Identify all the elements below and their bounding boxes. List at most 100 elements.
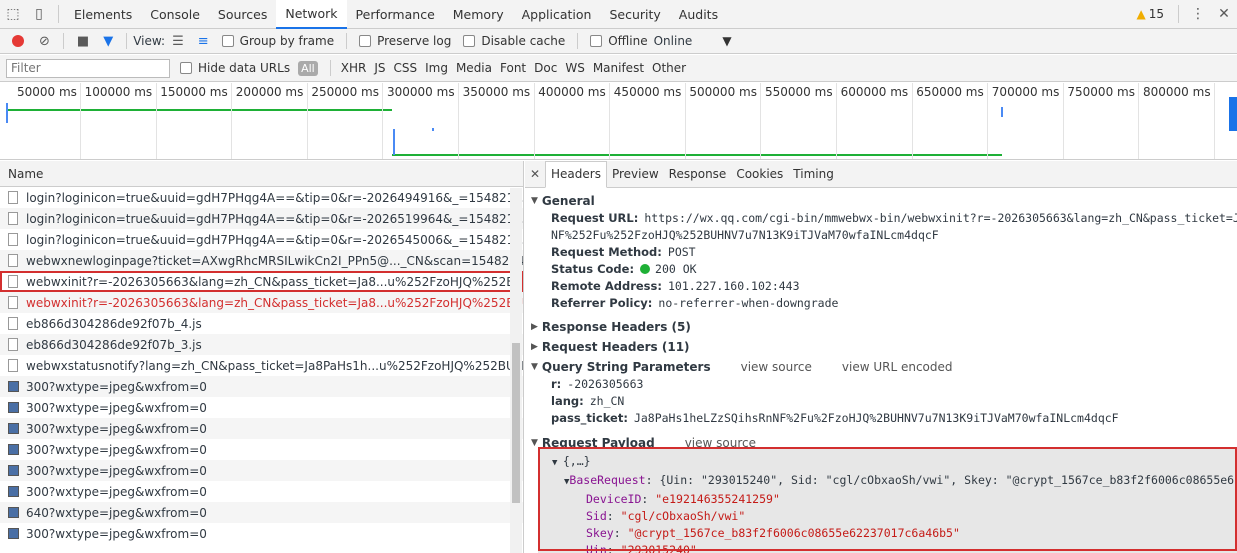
headers-content: ▼ General Request URL: https://wx.qq.com/c… [525,188,1237,452]
request-row[interactable]: eb866d304286de92f07b_3.js [0,334,523,355]
timeline-bar-blue [1001,107,1003,117]
group-by-frame-checkbox[interactable]: Group by frame [221,34,334,48]
clear-icon[interactable]: ⊘ [39,34,50,49]
request-row[interactable]: 300?wxtype=jpeg&wxfrom=0 [0,376,523,397]
filter-all-button[interactable]: All [298,60,318,76]
request-row[interactable]: 300?wxtype=jpeg&wxfrom=0 [0,439,523,460]
tab-console[interactable]: Console [141,0,209,29]
preserve-log-checkbox[interactable]: Preserve log [359,34,451,48]
timeline-bar-blue [6,103,8,123]
request-row[interactable]: webwxstatusnotify?lang=zh_CN&pass_ticket… [0,355,523,376]
tab-headers[interactable]: Headers [545,161,607,188]
image-file-icon [8,402,19,413]
request-row[interactable]: webwxinit?r=-2026305663&lang=zh_CN&pass_… [0,271,523,292]
timeline-bar-blue [432,128,434,131]
request-row[interactable]: webwxinit?r=-2026305663&lang=zh_CN&pass_… [0,292,523,313]
disable-cache-checkbox[interactable]: Disable cache [463,34,565,48]
filter-manifest[interactable]: Manifest [593,61,644,75]
request-row[interactable]: login?loginicon=true&uuid=gdH7PHqg4A==&t… [0,187,523,208]
filter-media[interactable]: Media [456,61,492,75]
tab-security[interactable]: Security [600,0,669,29]
close-detail-icon[interactable]: ✕ [525,167,545,181]
tab-network[interactable]: Network [276,0,347,29]
request-row[interactable]: webwxnewloginpage?ticket=AXwgRhcMRSILwik… [0,250,523,271]
record-icon[interactable] [12,35,24,47]
filter-doc[interactable]: Doc [534,61,557,75]
capture-screenshots-icon[interactable]: ■ [77,34,89,49]
waterfall-overview-icon[interactable]: ≡ [198,34,209,49]
request-row[interactable]: 300?wxtype=jpeg&wxfrom=0 [0,460,523,481]
tab-audits[interactable]: Audits [670,0,727,29]
timeline-tick [533,83,535,159]
timeline-tick [1138,83,1140,159]
filter-input[interactable] [6,58,170,78]
large-rows-icon[interactable]: ☰ [172,34,184,49]
device-toggle-icon[interactable]: ▯ [26,0,52,29]
triangle-down-icon: ▼ [531,361,538,372]
timeline-tick-label: 250000 ms [311,85,379,99]
inspect-element-icon[interactable]: ⬚ [0,0,26,29]
checkbox-box [180,62,192,74]
more-menu-icon[interactable]: ⋮ [1185,0,1211,29]
query-string-section[interactable]: ▼ Query String Parameters view source view … [525,357,1237,376]
disable-cache-label: Disable cache [481,34,566,48]
tab-preview[interactable]: Preview [607,161,664,188]
referrer-policy-row: Referrer Policy: no-referrer-when-downgra… [525,295,1237,312]
tab-application[interactable]: Application [513,0,601,29]
tab-performance[interactable]: Performance [347,0,444,29]
tab-cookies[interactable]: Cookies [731,161,788,188]
tab-sources[interactable]: Sources [209,0,276,29]
request-name: eb866d304286de92f07b_3.js [26,337,202,352]
timeline-tick-label: 100000 ms [84,85,153,99]
filter-other[interactable]: Other [652,61,686,75]
general-section-header[interactable]: ▼ General [525,191,1237,210]
scrollbar-thumb[interactable] [512,343,520,503]
view-url-encoded-link[interactable]: view URL encoded [842,360,953,374]
chevron-down-icon[interactable]: ▼ [722,34,731,48]
hide-data-urls-checkbox[interactable]: Hide data URLs [180,61,290,75]
timeline-scroll-handle[interactable] [1229,97,1237,131]
request-row[interactable]: 300?wxtype=jpeg&wxfrom=0 [0,523,523,544]
response-headers-section[interactable]: ▶ Response Headers (5) [525,317,1237,336]
request-name: 300?wxtype=jpeg&wxfrom=0 [26,526,207,541]
referrer-policy-value: no-referrer-when-downgrade [658,296,839,310]
close-icon[interactable]: ✕ [1211,0,1237,29]
offline-checkbox[interactable]: Offline [590,34,648,48]
request-row[interactable]: login?loginicon=true&uuid=gdH7PHqg4A==&t… [0,208,523,229]
warning-count: 15 [1148,7,1164,21]
filter-icon[interactable]: ▼ [103,34,113,49]
name-column-header[interactable]: Name [0,161,523,187]
request-name: login?loginicon=true&uuid=gdH7PHqg4A==&t… [26,232,523,247]
filter-font[interactable]: Font [500,61,526,75]
request-list-panel: Name login?loginicon=true&uuid=gdH7PHqg4… [0,161,524,553]
request-row[interactable]: 640?wxtype=jpeg&wxfrom=0 [0,502,523,523]
query-string-title: Query String Parameters [541,359,711,374]
request-row[interactable]: login?loginicon=true&uuid=gdH7PHqg4A==&t… [0,229,523,250]
tab-response[interactable]: Response [664,161,732,188]
request-headers-section[interactable]: ▶ Request Headers (11) [525,337,1237,356]
tab-elements[interactable]: Elements [65,0,141,29]
filter-css[interactable]: CSS [393,61,417,75]
request-row[interactable]: 300?wxtype=jpeg&wxfrom=0 [0,481,523,502]
filter-js[interactable]: JS [374,61,385,75]
filter-ws[interactable]: WS [565,61,584,75]
query-view-source-link[interactable]: view source [741,360,812,374]
warning-counter[interactable]: ▲ 15 [1128,7,1172,21]
filter-xhr[interactable]: XHR [341,61,367,75]
image-file-icon [8,423,19,434]
filter-img[interactable]: Img [425,61,448,75]
timeline-overview[interactable]: 50000 ms 100000 ms 150000 ms 200000 ms 25000… [0,83,1237,160]
throttling-select[interactable]: Online [654,34,693,48]
timeline-tick-label: 700000 ms [991,85,1060,99]
timeline-bar-green [392,154,1002,156]
tab-memory[interactable]: Memory [444,0,513,29]
request-row[interactable]: 300?wxtype=jpeg&wxfrom=0 [0,418,523,439]
request-list-scrollbar[interactable] [510,188,522,553]
view-label: View: [133,34,166,48]
request-row[interactable]: 300?wxtype=jpeg&wxfrom=0 [0,397,523,418]
request-row[interactable]: eb866d304286de92f07b_4.js [0,313,523,334]
timeline-tick [382,83,384,159]
timeline-tick [306,83,308,159]
tab-timing[interactable]: Timing [788,161,839,188]
response-headers-title: Response Headers (5) [541,319,691,334]
